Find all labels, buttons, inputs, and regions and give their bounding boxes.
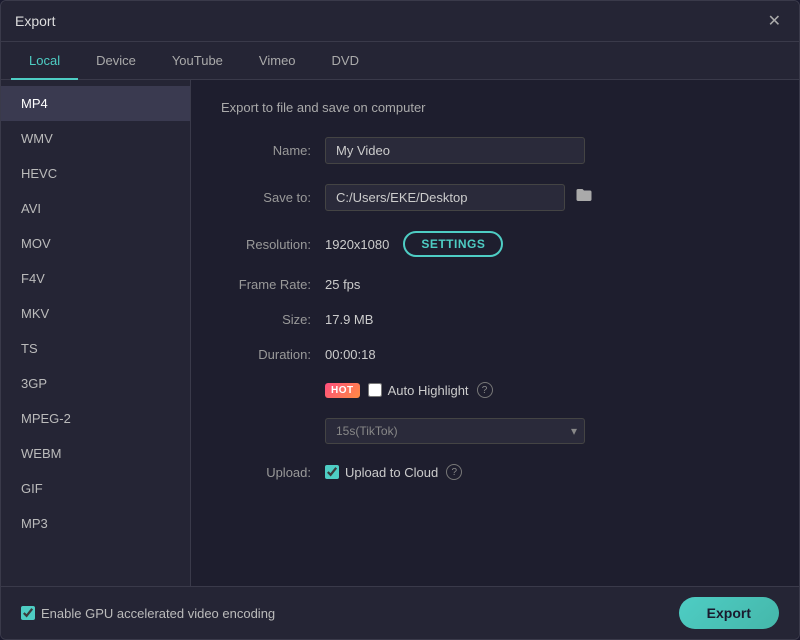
size-label: Size: xyxy=(221,312,311,327)
title-bar: Export ✕ xyxy=(1,1,799,42)
format-item-mov[interactable]: MOV xyxy=(1,226,190,261)
format-item-f4v[interactable]: F4V xyxy=(1,261,190,296)
upload-content: Upload to Cloud ? xyxy=(325,464,462,480)
save-to-row: Save to: xyxy=(221,184,769,211)
folder-icon xyxy=(575,186,593,204)
tab-device[interactable]: Device xyxy=(78,43,154,80)
format-item-mp3[interactable]: MP3 xyxy=(1,506,190,541)
upload-info-icon[interactable]: ? xyxy=(446,464,462,480)
highlight-dropdown[interactable]: 15s(TikTok) 30s(Instagram) 60s(YouTube) xyxy=(325,418,585,444)
upload-label: Upload: xyxy=(221,465,311,480)
upload-to-cloud-label[interactable]: Upload to Cloud xyxy=(325,465,438,480)
format-item-3gp[interactable]: 3GP xyxy=(1,366,190,401)
tab-vimeo[interactable]: Vimeo xyxy=(241,43,314,80)
highlight-dropdown-wrapper: 15s(TikTok) 30s(Instagram) 60s(YouTube) xyxy=(325,418,585,444)
name-label: Name: xyxy=(221,143,311,158)
format-item-gif[interactable]: GIF xyxy=(1,471,190,506)
frame-rate-value: 25 fps xyxy=(325,277,360,292)
duration-value: 00:00:18 xyxy=(325,347,376,362)
folder-button[interactable] xyxy=(571,184,597,211)
format-item-webm[interactable]: WEBM xyxy=(1,436,190,471)
export-button[interactable]: Export xyxy=(679,597,779,629)
settings-button[interactable]: SETTINGS xyxy=(403,231,503,257)
gpu-encoding-checkbox[interactable] xyxy=(21,606,35,620)
format-item-avi[interactable]: AVI xyxy=(1,191,190,226)
format-item-mkv[interactable]: MKV xyxy=(1,296,190,331)
hot-badge: HOT xyxy=(325,383,360,398)
format-item-mp4[interactable]: MP4 xyxy=(1,86,190,121)
auto-highlight-row: HOT Auto Highlight ? xyxy=(221,382,769,398)
dialog-title: Export xyxy=(15,13,55,29)
name-row: Name: xyxy=(221,137,769,164)
format-item-hevc[interactable]: HEVC xyxy=(1,156,190,191)
resolution-value: 1920x1080 xyxy=(325,237,389,252)
duration-row: Duration: 00:00:18 xyxy=(221,347,769,362)
frame-rate-label: Frame Rate: xyxy=(221,277,311,292)
duration-label: Duration: xyxy=(221,347,311,362)
close-button[interactable]: ✕ xyxy=(764,11,785,31)
save-to-label: Save to: xyxy=(221,190,311,205)
highlight-row: HOT Auto Highlight ? xyxy=(325,382,493,398)
format-item-ts[interactable]: TS xyxy=(1,331,190,366)
export-dialog: Export ✕ Local Device YouTube Vimeo DVD … xyxy=(0,0,800,640)
auto-highlight-label[interactable]: Auto Highlight xyxy=(368,383,469,398)
tab-youtube[interactable]: YouTube xyxy=(154,43,241,80)
panel-subtitle: Export to file and save on computer xyxy=(221,100,769,115)
highlight-dropdown-row: 15s(TikTok) 30s(Instagram) 60s(YouTube) xyxy=(221,418,769,444)
size-row: Size: 17.9 MB xyxy=(221,312,769,327)
auto-highlight-checkbox[interactable] xyxy=(368,383,382,397)
resolution-label: Resolution: xyxy=(221,237,311,252)
name-input[interactable] xyxy=(325,137,585,164)
auto-highlight-info-icon[interactable]: ? xyxy=(477,382,493,398)
resolution-content: 1920x1080 SETTINGS xyxy=(325,231,503,257)
format-item-wmv[interactable]: WMV xyxy=(1,121,190,156)
path-row xyxy=(325,184,597,211)
format-list: MP4 WMV HEVC AVI MOV F4V MKV TS 3GP MPEG… xyxy=(1,80,191,586)
size-value: 17.9 MB xyxy=(325,312,373,327)
gpu-encoding-label[interactable]: Enable GPU accelerated video encoding xyxy=(21,606,275,621)
tab-bar: Local Device YouTube Vimeo DVD xyxy=(1,42,799,80)
tab-local[interactable]: Local xyxy=(11,43,78,80)
frame-rate-row: Frame Rate: 25 fps xyxy=(221,277,769,292)
main-content: MP4 WMV HEVC AVI MOV F4V MKV TS 3GP MPEG… xyxy=(1,80,799,586)
tab-dvd[interactable]: DVD xyxy=(314,43,377,80)
upload-to-cloud-checkbox[interactable] xyxy=(325,465,339,479)
footer: Enable GPU accelerated video encoding Ex… xyxy=(1,586,799,639)
format-item-mpeg2[interactable]: MPEG-2 xyxy=(1,401,190,436)
resolution-row: Resolution: 1920x1080 SETTINGS xyxy=(221,231,769,257)
settings-panel: Export to file and save on computer Name… xyxy=(191,80,799,586)
path-input[interactable] xyxy=(325,184,565,211)
upload-row: Upload: Upload to Cloud ? xyxy=(221,464,769,480)
